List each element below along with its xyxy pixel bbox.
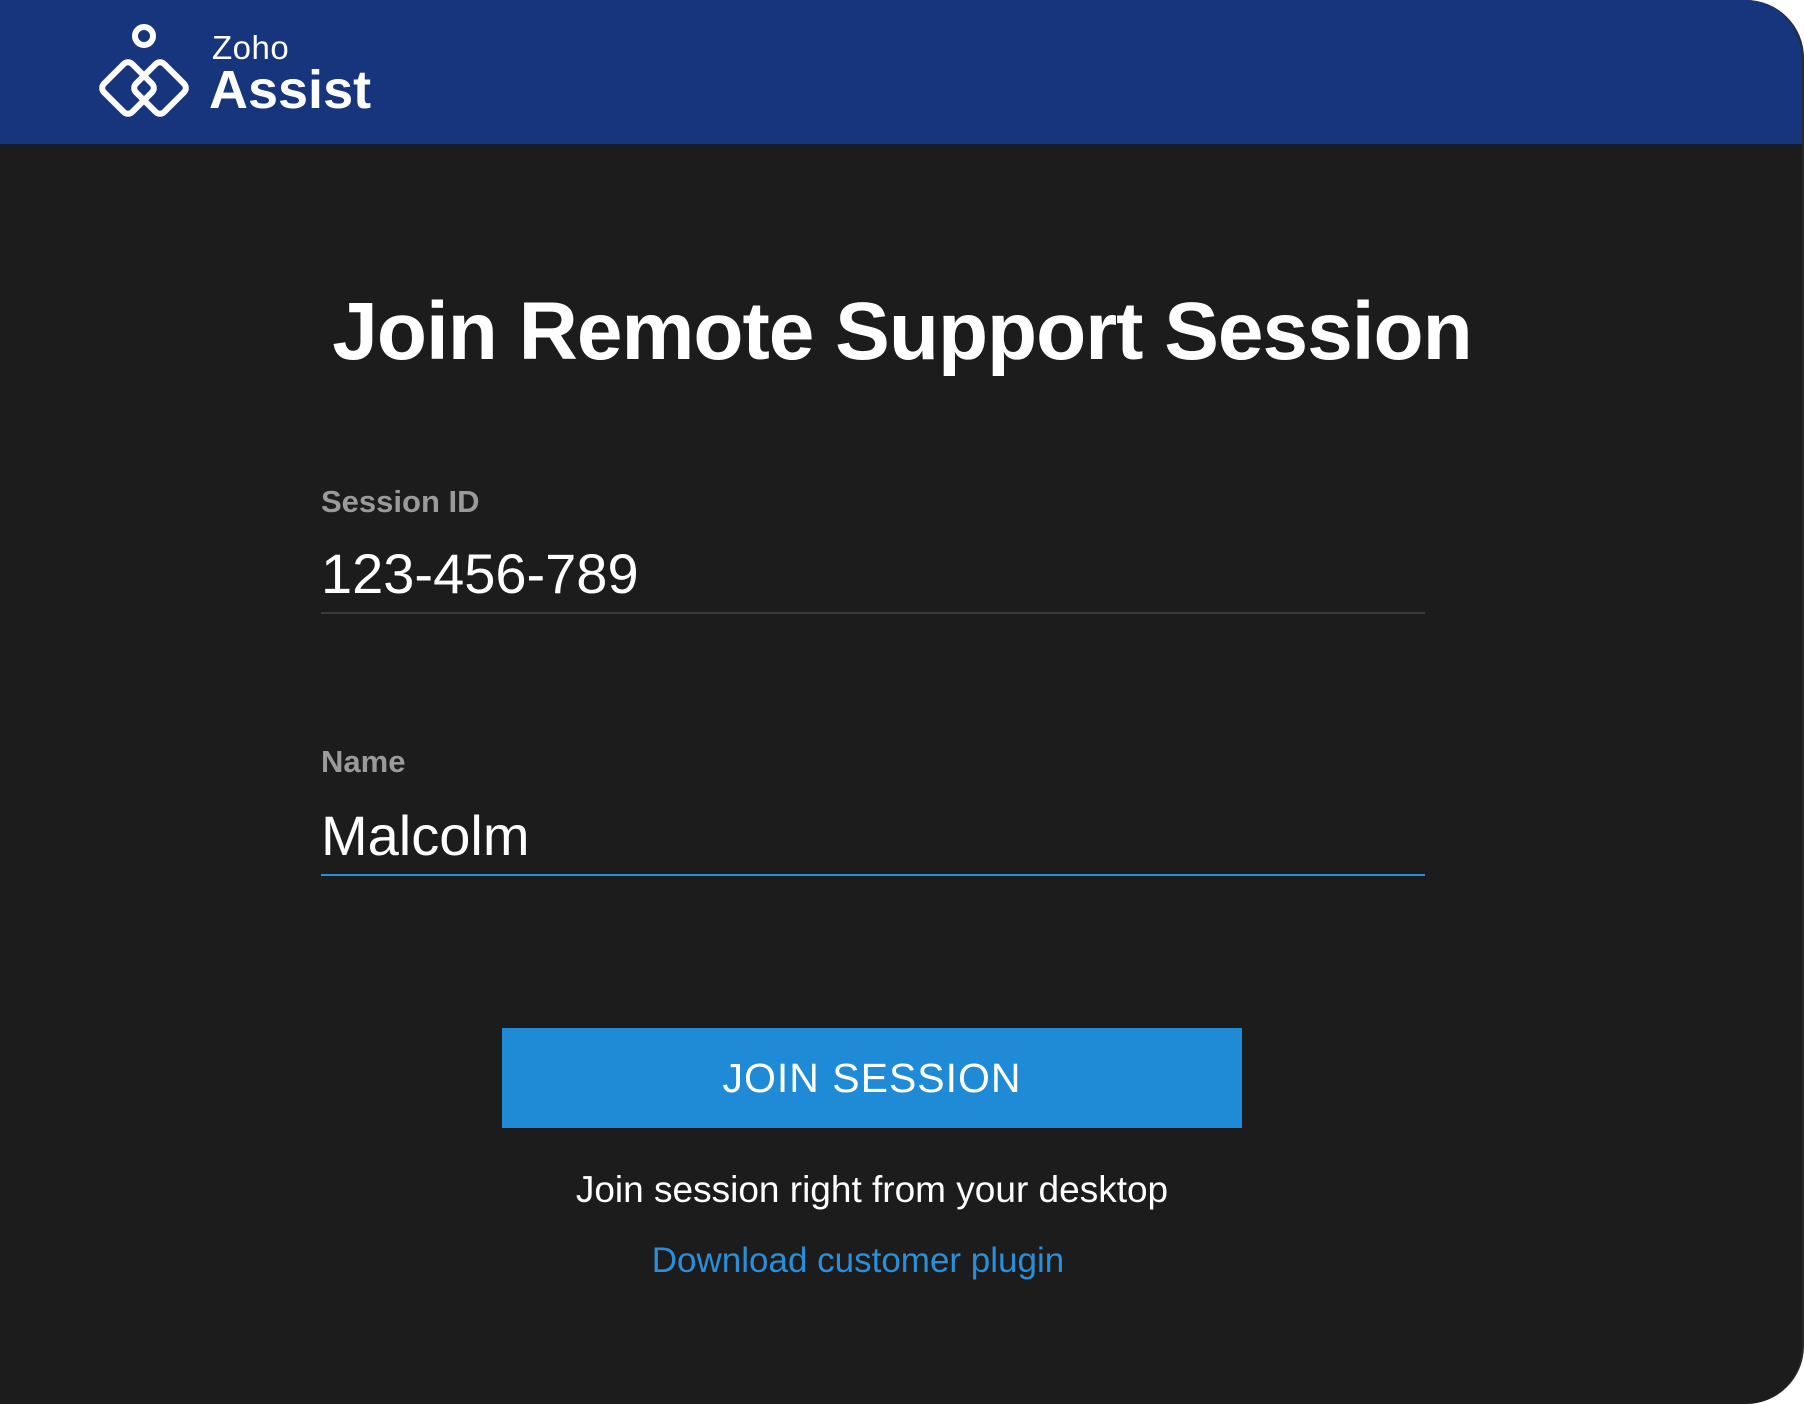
join-session-button[interactable]: JOIN SESSION xyxy=(502,1028,1242,1128)
header-bar: Zoho Assist xyxy=(0,0,1802,146)
session-id-label: Session ID xyxy=(321,484,480,519)
app-window: Zoho Assist Join Remote Support Session … xyxy=(0,0,1804,1404)
zoho-assist-logo-icon xyxy=(99,24,189,117)
name-input[interactable] xyxy=(321,796,1425,876)
desktop-join-text: Join session right from your desktop xyxy=(575,1169,1169,1210)
session-id-input[interactable] xyxy=(321,534,1425,614)
product-name: Assist xyxy=(209,60,372,120)
page-title: Join Remote Support Session xyxy=(332,286,1472,377)
download-plugin-link[interactable]: Download customer plugin xyxy=(0,1240,1716,1282)
name-label: Name xyxy=(321,744,406,779)
